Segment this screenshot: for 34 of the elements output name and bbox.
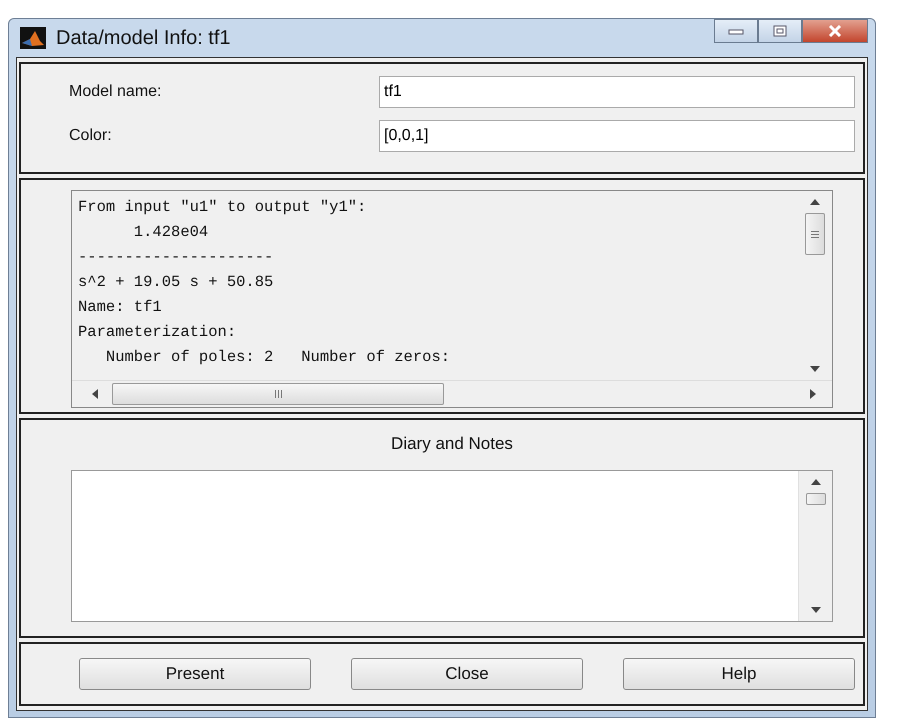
- scroll-thumb[interactable]: [112, 383, 444, 405]
- maximize-button[interactable]: [758, 19, 802, 43]
- down-arrow-icon: [810, 607, 820, 613]
- close-icon: [827, 25, 843, 37]
- peak-surface-icon: [20, 27, 46, 49]
- info-line: Parameterization:: [78, 322, 238, 343]
- scroll-thumb[interactable]: [805, 213, 825, 255]
- minimize-icon: [728, 27, 744, 35]
- field-label: Color:: [69, 127, 113, 145]
- right-arrow-icon: [810, 389, 816, 399]
- info-line: s^2 + 19.05 s + 50.85: [78, 272, 274, 293]
- section-title: Diary and Notes: [390, 433, 514, 455]
- info-line: Number of poles: 2 Number of zeros:: [104, 347, 452, 368]
- maximize-icon: [773, 25, 787, 37]
- info-line: From input "u1" to output "y1":: [78, 197, 368, 218]
- left-arrow-icon: [92, 389, 98, 399]
- vertical-scrollbar[interactable]: [798, 471, 832, 621]
- info-line: Name: tf1: [78, 297, 163, 318]
- minimize-button[interactable]: [714, 19, 758, 43]
- window-title: Data/model Info: tf1: [56, 26, 231, 50]
- scroll-thumb[interactable]: [806, 493, 826, 505]
- dialog-button[interactable]: Help: [623, 658, 855, 690]
- down-arrow-icon: [810, 366, 820, 372]
- dialog-button[interactable]: Present: [79, 658, 311, 690]
- dialog-button[interactable]: Close: [351, 658, 583, 690]
- up-arrow-icon: [810, 479, 820, 485]
- field-label: Model name:: [69, 83, 162, 101]
- info-line: ---------------------: [78, 247, 274, 268]
- input-field[interactable]: [0,0,1]: [379, 120, 855, 152]
- close-button[interactable]: [802, 19, 868, 43]
- up-arrow-icon: [810, 199, 820, 205]
- input-field[interactable]: tf1: [379, 76, 855, 108]
- horizontal-scrollbar[interactable]: [72, 380, 832, 407]
- info-line: 1.428e04: [132, 222, 210, 243]
